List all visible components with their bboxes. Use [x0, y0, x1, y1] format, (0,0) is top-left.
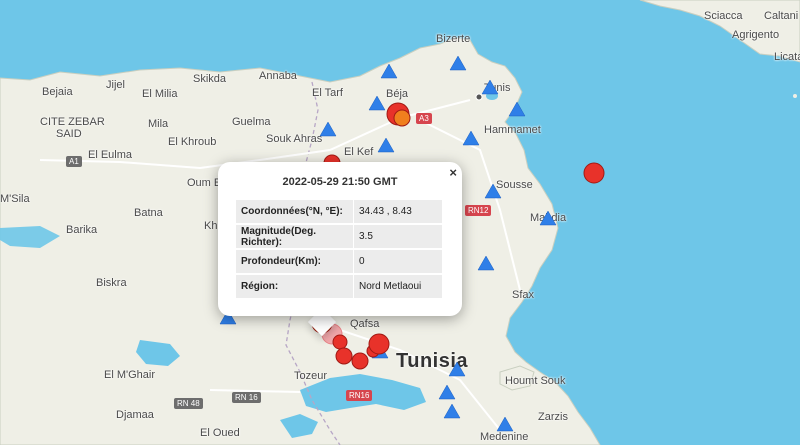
station-triangle-icon[interactable]: [368, 95, 386, 111]
earthquake-info-popup: × 2022-05-29 21:50 GMT Coordonnées(°N, °…: [218, 162, 462, 316]
station-triangle-icon[interactable]: [449, 55, 467, 71]
detail-label: Coordonnées(°N, °E):: [236, 200, 353, 223]
city-dot: [475, 93, 483, 101]
station-triangle-icon[interactable]: [443, 403, 461, 419]
station-triangle-icon[interactable]: [448, 361, 466, 377]
earthquake-marker[interactable]: [368, 333, 390, 355]
earthquake-marker[interactable]: [351, 352, 369, 370]
earthquake-details-table: Coordonnées(°N, °E): 34.43 , 8.43 Magnit…: [235, 198, 443, 300]
detail-value: Nord Metlaoui: [354, 275, 442, 298]
detail-label: Région:: [236, 275, 353, 298]
station-triangle-icon[interactable]: [462, 130, 480, 146]
detail-value: 0: [354, 250, 442, 273]
station-triangle-icon[interactable]: [377, 137, 395, 153]
table-row: Profondeur(Km): 0: [236, 250, 442, 273]
station-triangle-icon[interactable]: [484, 183, 502, 199]
table-row: Région: Nord Metlaoui: [236, 275, 442, 298]
table-row: Magnitude(Deg. Richter): 3.5: [236, 225, 442, 248]
earthquake-marker[interactable]: [332, 334, 348, 350]
station-triangle-icon[interactable]: [380, 63, 398, 79]
station-triangle-icon[interactable]: [319, 121, 337, 137]
station-triangle-icon[interactable]: [481, 79, 499, 95]
station-triangle-icon[interactable]: [477, 255, 495, 271]
popup-title: 2022-05-29 21:50 GMT: [282, 176, 398, 188]
station-triangle-icon[interactable]: [438, 384, 456, 400]
detail-value: 3.5: [354, 225, 442, 248]
seismic-map[interactable]: Bejaia Jijel Skikda Annaba El Tarf Béja …: [0, 0, 800, 445]
detail-label: Magnitude(Deg. Richter):: [236, 225, 353, 248]
station-triangle-icon[interactable]: [508, 101, 526, 117]
table-row: Coordonnées(°N, °E): 34.43 , 8.43: [236, 200, 442, 223]
earthquake-marker[interactable]: [583, 162, 605, 184]
close-icon[interactable]: ×: [449, 165, 457, 180]
station-triangle-icon[interactable]: [539, 210, 557, 226]
detail-value: 34.43 , 8.43: [354, 200, 442, 223]
earthquake-marker[interactable]: [393, 109, 411, 127]
detail-label: Profondeur(Km):: [236, 250, 353, 273]
station-triangle-icon[interactable]: [496, 416, 514, 432]
earthquake-marker[interactable]: [335, 347, 353, 365]
